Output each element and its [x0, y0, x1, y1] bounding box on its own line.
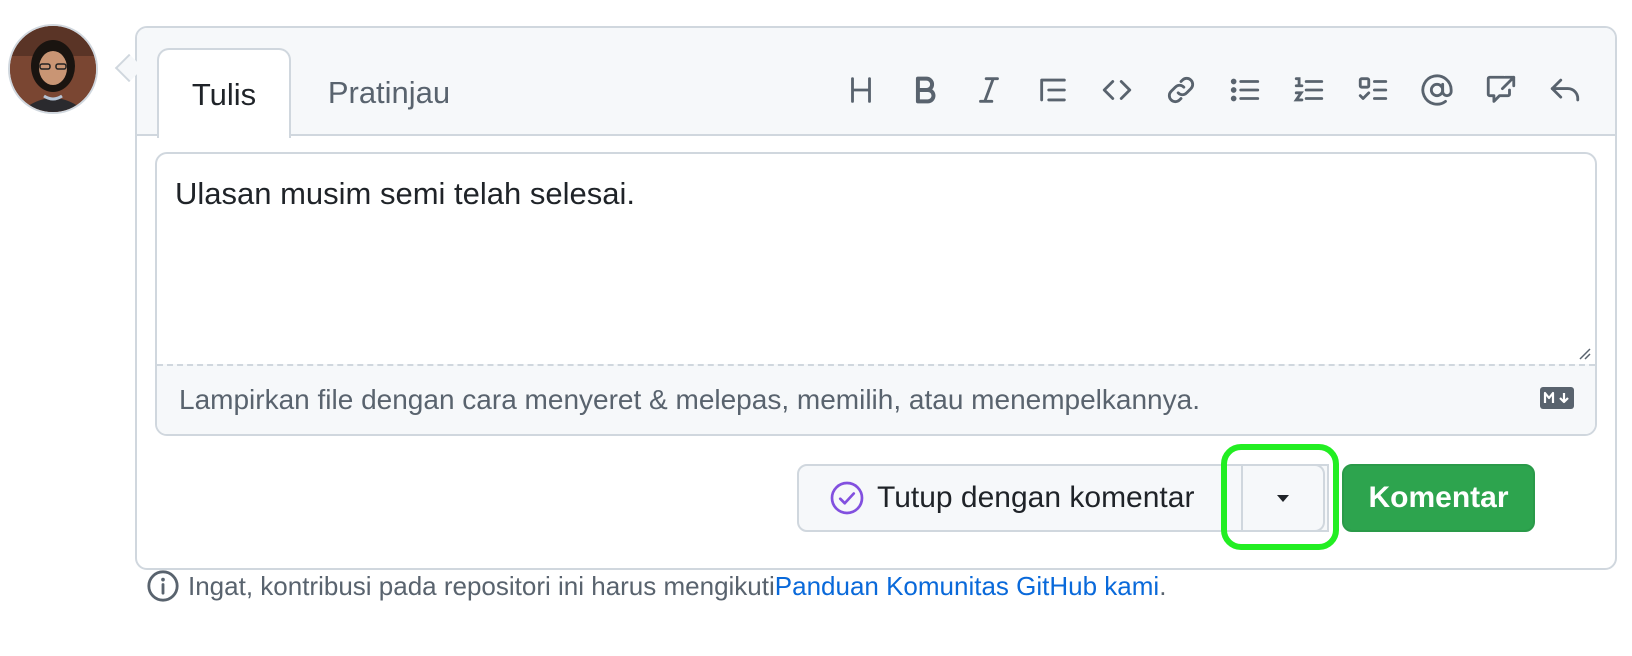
contribution-note: Ingat, kontribusi pada repositori ini ha… [146, 566, 1166, 606]
close-with-comment-label: Tutup dengan komentar [877, 481, 1195, 514]
info-icon [147, 570, 179, 602]
link-icon[interactable] [1161, 70, 1201, 110]
comment-textarea-box: Lampirkan file dengan cara menyeret & me… [155, 152, 1597, 436]
avatar[interactable] [8, 24, 98, 114]
tab-write[interactable]: Tulis [157, 48, 291, 138]
attach-files-bar[interactable]: Lampirkan file dengan cara menyeret & me… [157, 364, 1595, 434]
community-guidelines-link[interactable]: Panduan Komunitas GitHub kami [775, 571, 1159, 602]
resize-grip-icon[interactable] [1575, 344, 1591, 360]
reply-icon[interactable] [1545, 70, 1585, 110]
comment-button[interactable]: Komentar [1342, 464, 1535, 532]
bold-icon[interactable] [905, 70, 945, 110]
task-list-icon[interactable] [1353, 70, 1393, 110]
triangle-down-icon [1277, 495, 1289, 502]
code-icon[interactable] [1097, 70, 1137, 110]
heading-icon[interactable] [841, 70, 881, 110]
quote-icon[interactable] [1033, 70, 1073, 110]
italic-icon[interactable] [969, 70, 1009, 110]
editor-header: Tulis Pratinjau [137, 28, 1615, 138]
note-end: . [1159, 570, 1167, 601]
check-circle-icon [830, 481, 864, 515]
tab-preview[interactable]: Pratinjau [315, 48, 463, 138]
comment-editor: Tulis Pratinjau Ulasan musim semi telah … [135, 26, 1617, 570]
close-options-dropdown-button[interactable] [1241, 464, 1325, 532]
mention-icon[interactable] [1417, 70, 1457, 110]
cross-reference-icon[interactable] [1481, 70, 1521, 110]
markdown-toolbar [817, 64, 1585, 116]
attach-hint: Lampirkan file dengan cara menyeret & me… [179, 384, 1200, 415]
unordered-list-icon[interactable] [1225, 70, 1265, 110]
markdown-icon[interactable] [1539, 386, 1575, 410]
note-text: Ingat, kontribusi pada repositori ini ha… [188, 570, 775, 601]
comment-textarea[interactable] [157, 154, 1595, 364]
ordered-list-icon[interactable] [1289, 70, 1329, 110]
